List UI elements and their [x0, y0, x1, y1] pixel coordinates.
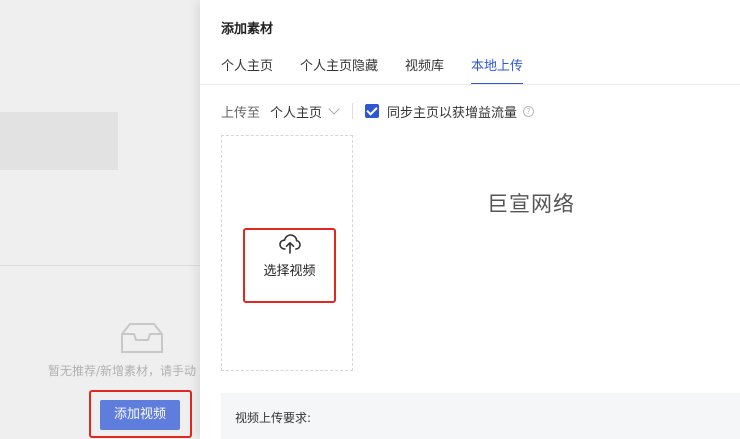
- sync-checkbox[interactable]: [365, 104, 380, 118]
- watermark-text: 巨宣网络: [487, 192, 575, 216]
- sync-checkbox-label[interactable]: 同步主页以获增益流量: [387, 102, 517, 121]
- add-material-drawer: 添加素材 个人主页 个人主页隐藏 视频库 本地上传 上传至 个人主页 同步主页以…: [200, 0, 740, 439]
- background-divider: [0, 265, 200, 266]
- upload-target-value: 个人主页: [270, 105, 323, 121]
- upload-requirements-panel: 视频上传要求:: [221, 393, 740, 439]
- empty-state-text: 暂无推荐/新增素材，请手动: [48, 364, 197, 378]
- requirements-title: 视频上传要求:: [235, 411, 312, 425]
- row-separator: [352, 103, 354, 119]
- highlight-outline: [243, 228, 336, 303]
- help-icon[interactable]: ?: [523, 105, 535, 117]
- background-page: 暂无推荐/新增素材，请手动 添加视频: [0, 0, 200, 439]
- drawer-title: 添加素材: [221, 22, 274, 37]
- inbox-empty-icon: [121, 323, 163, 353]
- chevron-down-icon: [328, 102, 340, 115]
- upload-options-row: 上传至 个人主页 同步主页以获增益流量 ?: [221, 102, 535, 121]
- tab-video-library[interactable]: 视频库: [405, 55, 444, 85]
- upload-to-label: 上传至: [221, 105, 261, 121]
- tab-personal-home[interactable]: 个人主页: [221, 55, 273, 85]
- tabs-divider: [200, 84, 740, 85]
- tab-bar: 个人主页 个人主页隐藏 视频库 本地上传: [221, 55, 550, 85]
- background-panel: [0, 112, 118, 170]
- highlight-outline: [89, 390, 192, 438]
- tab-personal-home-hidden[interactable]: 个人主页隐藏: [300, 55, 378, 85]
- tab-local-upload[interactable]: 本地上传: [471, 55, 524, 85]
- upload-target-select[interactable]: 个人主页: [270, 102, 340, 121]
